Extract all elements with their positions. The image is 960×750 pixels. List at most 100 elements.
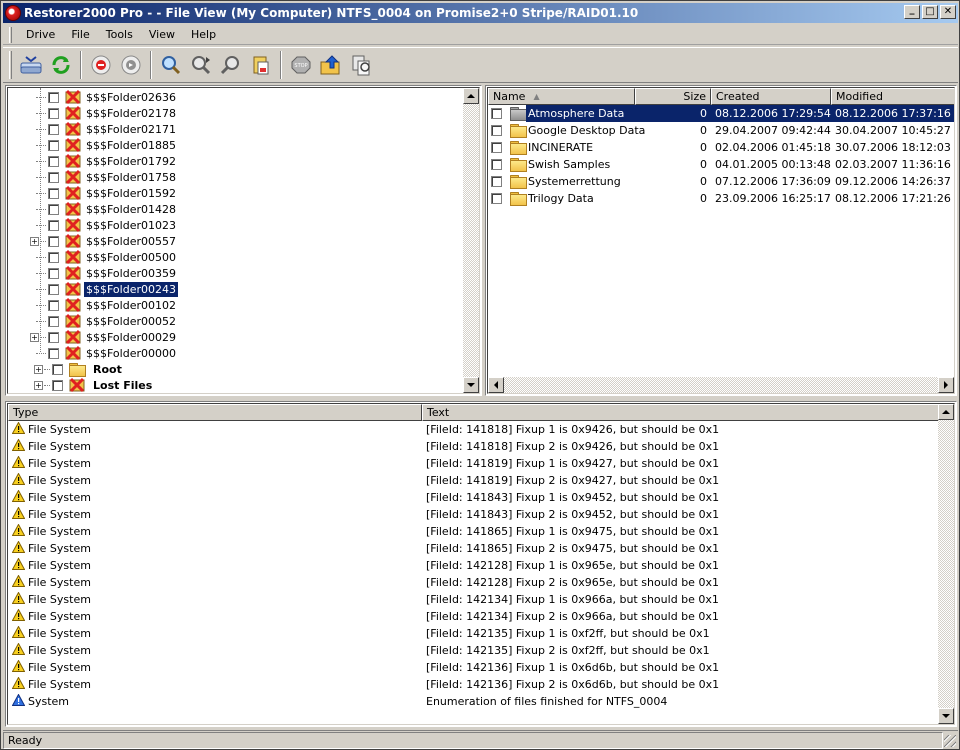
- menu-help[interactable]: Help: [183, 28, 224, 41]
- tree-item-checkbox[interactable]: [48, 203, 59, 215]
- file-scroll-right-button[interactable]: [938, 377, 954, 393]
- tree-item[interactable]: $$$Folder00102: [36, 297, 178, 313]
- tree-item-checkbox[interactable]: [48, 123, 59, 135]
- tree-item[interactable]: $$$Folder01792: [36, 153, 178, 169]
- expand-icon[interactable]: +: [34, 380, 43, 390]
- tree-item-checkbox[interactable]: [48, 235, 59, 247]
- log-row[interactable]: File System [FileId: 142134] Fixup 2 is 0…: [8, 607, 940, 625]
- log-row[interactable]: File System [FileId: 142134] Fixup 1 is 0…: [8, 590, 940, 608]
- tree-scroll-up-button[interactable]: [463, 88, 479, 104]
- file-row[interactable]: INCINERATE 0 02.04.2006 01:45:18 30.07.2006…: [488, 139, 954, 156]
- log-row[interactable]: File System [FileId: 141865] Fixup 1 is 0…: [8, 522, 940, 540]
- tree-scroll-down-button[interactable]: [463, 377, 479, 393]
- file-row-checkbox[interactable]: [491, 176, 502, 187]
- column-header-text[interactable]: Text: [422, 404, 942, 421]
- tree-item-checkbox[interactable]: [52, 363, 63, 375]
- log-scroll-down-button[interactable]: [938, 708, 954, 724]
- file-row[interactable]: Systemerrettung 0 07.12.2006 17:36:09 09.12…: [488, 173, 954, 190]
- log-scroll-up-button[interactable]: [938, 404, 954, 420]
- tree-item[interactable]: $$$Folder01428: [36, 201, 178, 217]
- tree-item-checkbox[interactable]: [48, 331, 59, 343]
- tree-item-checkbox[interactable]: [48, 187, 59, 199]
- column-header-name[interactable]: Name ▲: [488, 88, 635, 105]
- log-row[interactable]: File System [FileId: 142135] Fixup 1 is 0…: [8, 624, 940, 642]
- tree-item[interactable]: $$$Folder00500: [36, 249, 178, 265]
- tree-item[interactable]: + Lost Files: [34, 377, 154, 393]
- file-scroll-left-button[interactable]: [488, 377, 504, 393]
- tree-item[interactable]: + $$$Folder00557: [30, 233, 178, 249]
- tree-item-checkbox[interactable]: [48, 171, 59, 183]
- menu-tools[interactable]: Tools: [98, 28, 141, 41]
- file-row-checkbox[interactable]: [491, 142, 502, 153]
- tree-item-checkbox[interactable]: [48, 251, 59, 263]
- up-folder-button[interactable]: [317, 50, 345, 80]
- menu-view[interactable]: View: [141, 28, 183, 41]
- log-row[interactable]: File System [FileId: 141819] Fixup 2 is 0…: [8, 471, 940, 489]
- tree-item[interactable]: $$$Folder00243: [36, 280, 179, 298]
- log-row[interactable]: System Enumeration of files finished for …: [8, 692, 940, 710]
- log-row[interactable]: File System [FileId: 142128] Fixup 1 is 0…: [8, 556, 940, 574]
- tree-item[interactable]: $$$Folder02636: [36, 89, 178, 105]
- stop-button[interactable]: [87, 50, 115, 80]
- file-row[interactable]: Swish Samples 0 04.01.2005 00:13:48 02.03.2…: [488, 156, 954, 173]
- search-button[interactable]: [157, 50, 185, 80]
- find-next-button[interactable]: [187, 50, 215, 80]
- log-row[interactable]: File System [FileId: 141819] Fixup 1 is 0…: [8, 454, 940, 472]
- log-row[interactable]: File System [FileId: 142128] Fixup 2 is 0…: [8, 573, 940, 591]
- tree-item-checkbox[interactable]: [48, 315, 59, 327]
- file-row[interactable]: Google Desktop Data 0 29.04.2007 09:42:44 3…: [488, 122, 954, 139]
- tree-item[interactable]: $$$Folder00000: [36, 345, 178, 361]
- log-row[interactable]: File System [FileId: 142136] Fixup 2 is 0…: [8, 675, 940, 693]
- menu-drive[interactable]: Drive: [18, 28, 63, 41]
- tree-item[interactable]: + $$$Folder00029: [30, 329, 178, 345]
- log-row[interactable]: File System [FileId: 141843] Fixup 1 is 0…: [8, 488, 940, 506]
- log-row[interactable]: File System [FileId: 142135] Fixup 2 is 0…: [8, 641, 940, 659]
- tree-item-checkbox[interactable]: [48, 219, 59, 231]
- tree-item-checkbox[interactable]: [48, 267, 59, 279]
- clipboard-button[interactable]: [247, 50, 275, 80]
- refresh-button[interactable]: [47, 50, 75, 80]
- file-row-checkbox[interactable]: [491, 108, 502, 119]
- tree-item[interactable]: $$$Folder00052: [36, 313, 178, 329]
- file-row[interactable]: Trilogy Data 0 23.09.2006 16:25:17 08.12.20…: [488, 190, 954, 207]
- column-header-type[interactable]: Type: [8, 404, 422, 421]
- file-row-checkbox[interactable]: [491, 125, 502, 136]
- find-prev-button[interactable]: [217, 50, 245, 80]
- expand-icon[interactable]: +: [34, 364, 43, 374]
- column-header-size[interactable]: Size: [635, 88, 711, 105]
- stop-sign-button[interactable]: STOP: [287, 50, 315, 80]
- file-row-checkbox[interactable]: [491, 193, 502, 204]
- tree-item-checkbox[interactable]: [48, 139, 59, 151]
- maximize-button[interactable]: □: [922, 5, 938, 19]
- tree-item[interactable]: $$$Folder01023: [36, 217, 178, 233]
- log-row[interactable]: File System [FileId: 141818] Fixup 1 is 0…: [8, 420, 940, 438]
- tree-item[interactable]: $$$Folder01885: [36, 137, 178, 153]
- resize-grip-icon[interactable]: [944, 735, 956, 747]
- tree-item[interactable]: $$$Folder01592: [36, 185, 178, 201]
- recover-button[interactable]: [117, 50, 145, 80]
- title-bar[interactable]: Restorer2000 Pro - - File View (My Compu…: [3, 3, 958, 23]
- tree-item[interactable]: $$$Folder02171: [36, 121, 178, 137]
- log-row[interactable]: File System [FileId: 141818] Fixup 2 is 0…: [8, 437, 940, 455]
- close-button[interactable]: ✕: [940, 5, 956, 19]
- tree-vertical-scrollbar[interactable]: [463, 88, 479, 393]
- menu-file[interactable]: File: [63, 28, 97, 41]
- expand-icon[interactable]: +: [30, 332, 39, 342]
- expand-icon[interactable]: +: [30, 236, 39, 246]
- minimize-button[interactable]: _: [904, 5, 920, 19]
- tree-item-checkbox[interactable]: [48, 299, 59, 311]
- file-row-checkbox[interactable]: [491, 159, 502, 170]
- tree-item-checkbox[interactable]: [48, 91, 59, 103]
- drive-button[interactable]: [17, 50, 45, 80]
- column-header-created[interactable]: Created: [711, 88, 831, 105]
- tree-item-checkbox[interactable]: [48, 107, 59, 119]
- mask-button[interactable]: [347, 50, 375, 80]
- tree-item[interactable]: $$$Folder00359: [36, 265, 178, 281]
- log-vertical-scrollbar[interactable]: [938, 404, 954, 724]
- tree-item-checkbox[interactable]: [52, 379, 63, 391]
- log-row[interactable]: File System [FileId: 141865] Fixup 2 is 0…: [8, 539, 940, 557]
- log-row[interactable]: File System [FileId: 142136] Fixup 1 is 0…: [8, 658, 940, 676]
- tree-item[interactable]: + Root: [34, 361, 124, 377]
- log-row[interactable]: File System [FileId: 141843] Fixup 2 is 0…: [8, 505, 940, 523]
- column-header-modified[interactable]: Modified: [831, 88, 954, 105]
